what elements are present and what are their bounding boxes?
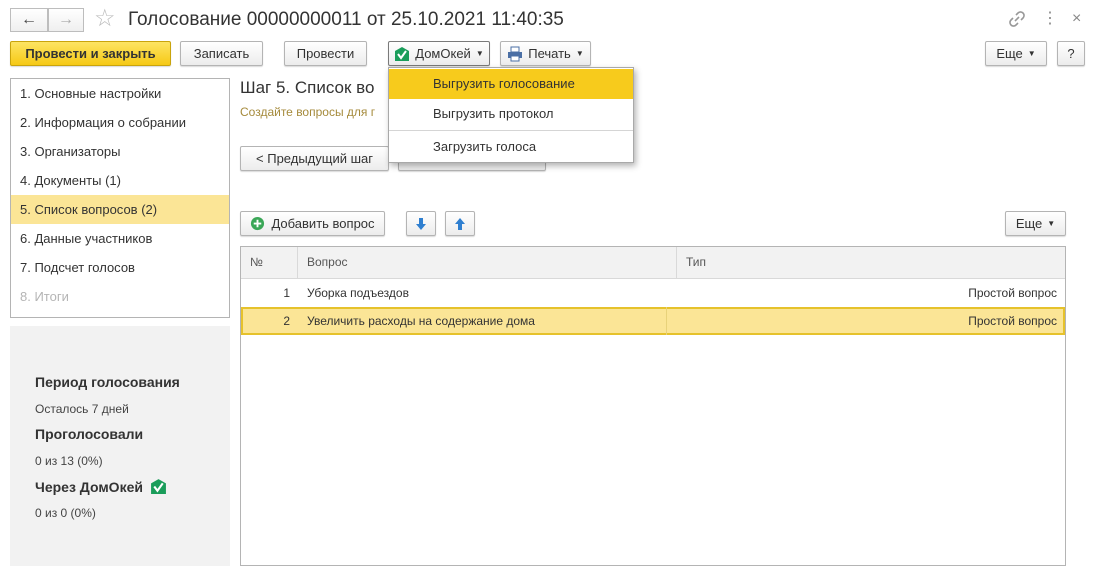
row-type: Простой вопрос — [968, 314, 1057, 328]
add-question-label: Добавить вопрос — [271, 216, 375, 231]
table-header: № Вопрос Тип — [241, 247, 1065, 279]
step-item[interactable]: 6. Данные участников — [11, 224, 229, 253]
domokey-menu-button[interactable]: ДомОкей ▼ — [388, 41, 490, 66]
domokey-label: ДомОкей — [415, 46, 471, 61]
post-button[interactable]: Провести — [284, 41, 367, 66]
more-vertical-icon[interactable]: ⋮ — [1042, 9, 1058, 29]
add-question-button[interactable]: Добавить вопрос — [240, 211, 385, 236]
printer-icon — [508, 46, 523, 61]
step-item-active[interactable]: 5. Список вопросов (2) — [11, 195, 229, 224]
table-row[interactable]: 1 Уборка подъездов Простой вопрос — [241, 279, 1065, 307]
voted-value: 0 из 13 (0%) — [35, 454, 103, 468]
menu-separator — [389, 130, 633, 131]
add-circle-icon — [251, 216, 265, 231]
chevron-down-icon: ▼ — [1027, 49, 1036, 58]
print-menu-button[interactable]: Печать ▼ — [500, 41, 591, 66]
column-header-question[interactable]: Вопрос — [298, 247, 677, 278]
prev-step-label: < Предыдущий шаг — [256, 151, 373, 166]
more-actions-label: Еще — [996, 46, 1023, 61]
favorite-star-icon[interactable]: ☆ — [94, 5, 116, 33]
arrow-left-icon: ← — [21, 11, 37, 28]
step-item-disabled: 8. Итоги — [20, 289, 69, 304]
row-number: 2 — [283, 314, 290, 328]
voting-info-panel: Период голосования Осталось 7 дней Прого… — [10, 326, 230, 566]
row-number: 1 — [283, 286, 290, 300]
print-label: Печать — [528, 46, 571, 61]
table-more-label: Еще — [1015, 216, 1043, 231]
more-actions-button[interactable]: Еще ▼ — [985, 41, 1047, 66]
save-label: Записать — [193, 46, 250, 61]
arrow-down-icon — [416, 217, 426, 230]
post-and-close-label: Провести и закрыть — [25, 46, 156, 61]
via-domokey-label: Через ДомОкей — [35, 478, 143, 495]
chevron-down-icon: ▼ — [1047, 219, 1056, 228]
arrow-up-icon — [455, 217, 465, 230]
move-down-button[interactable] — [406, 211, 436, 236]
save-button[interactable]: Записать — [180, 41, 263, 66]
domokey-dropdown-menu: Выгрузить голосование Выгрузить протокол… — [388, 67, 634, 163]
window-title: Голосование 00000000011 от 25.10.2021 11… — [128, 9, 564, 30]
prev-step-button[interactable]: < Предыдущий шаг — [240, 146, 389, 171]
period-title: Период голосования — [35, 374, 180, 390]
domokey-logo-icon — [151, 479, 166, 494]
questions-table: № Вопрос Тип 1 Уборка подъездов Простой … — [240, 246, 1066, 566]
step-item[interactable]: 7. Подсчет голосов — [11, 253, 229, 282]
row-question: Увеличить расходы на содержание дома — [307, 307, 667, 335]
step-title: Шаг 5. Список во — [240, 78, 375, 97]
menu-item-export-protocol[interactable]: Выгрузить протокол — [389, 99, 633, 129]
step-item[interactable]: 1. Основные настройки — [11, 79, 229, 108]
chevron-down-icon: ▼ — [575, 49, 584, 58]
menu-item-import-votes[interactable]: Загрузить голоса — [389, 132, 633, 162]
link-icon[interactable] — [1007, 9, 1027, 29]
voted-title: Проголосовали — [35, 426, 144, 442]
step-item[interactable]: 3. Организаторы — [11, 137, 229, 166]
chevron-down-icon: ▼ — [475, 49, 484, 58]
post-and-close-button[interactable]: Провести и закрыть — [10, 41, 171, 66]
step-hint: Создайте вопросы для г — [240, 105, 376, 119]
via-domokey-value: 0 из 0 (0%) — [35, 506, 96, 520]
column-header-type[interactable]: Тип — [677, 247, 1065, 278]
arrow-right-icon: → — [58, 11, 74, 28]
forward-button[interactable]: → — [48, 8, 84, 32]
row-type: Простой вопрос — [968, 286, 1057, 300]
move-up-button[interactable] — [445, 211, 475, 236]
table-more-button[interactable]: Еще ▼ — [1005, 211, 1066, 236]
steps-panel: 1. Основные настройки 2. Информация о со… — [10, 78, 230, 318]
column-header-number[interactable]: № — [241, 247, 298, 278]
row-question: Уборка подъездов — [307, 286, 409, 300]
period-value: Осталось 7 дней — [35, 402, 129, 416]
domokey-logo-icon — [395, 46, 410, 61]
help-button[interactable]: ? — [1057, 41, 1085, 66]
step-item[interactable]: 2. Информация о собрании — [11, 108, 229, 137]
table-row-selected[interactable]: 2 Увеличить расходы на содержание дома П… — [241, 307, 1065, 335]
post-label: Провести — [296, 46, 355, 61]
back-button[interactable]: ← — [10, 8, 48, 32]
via-domokey-title: Через ДомОкей — [35, 478, 167, 495]
menu-item-export-voting[interactable]: Выгрузить голосование — [389, 69, 633, 99]
close-icon[interactable]: × — [1072, 9, 1081, 29]
step-item[interactable]: 4. Документы (1) — [11, 166, 229, 195]
help-label: ? — [1067, 46, 1075, 61]
